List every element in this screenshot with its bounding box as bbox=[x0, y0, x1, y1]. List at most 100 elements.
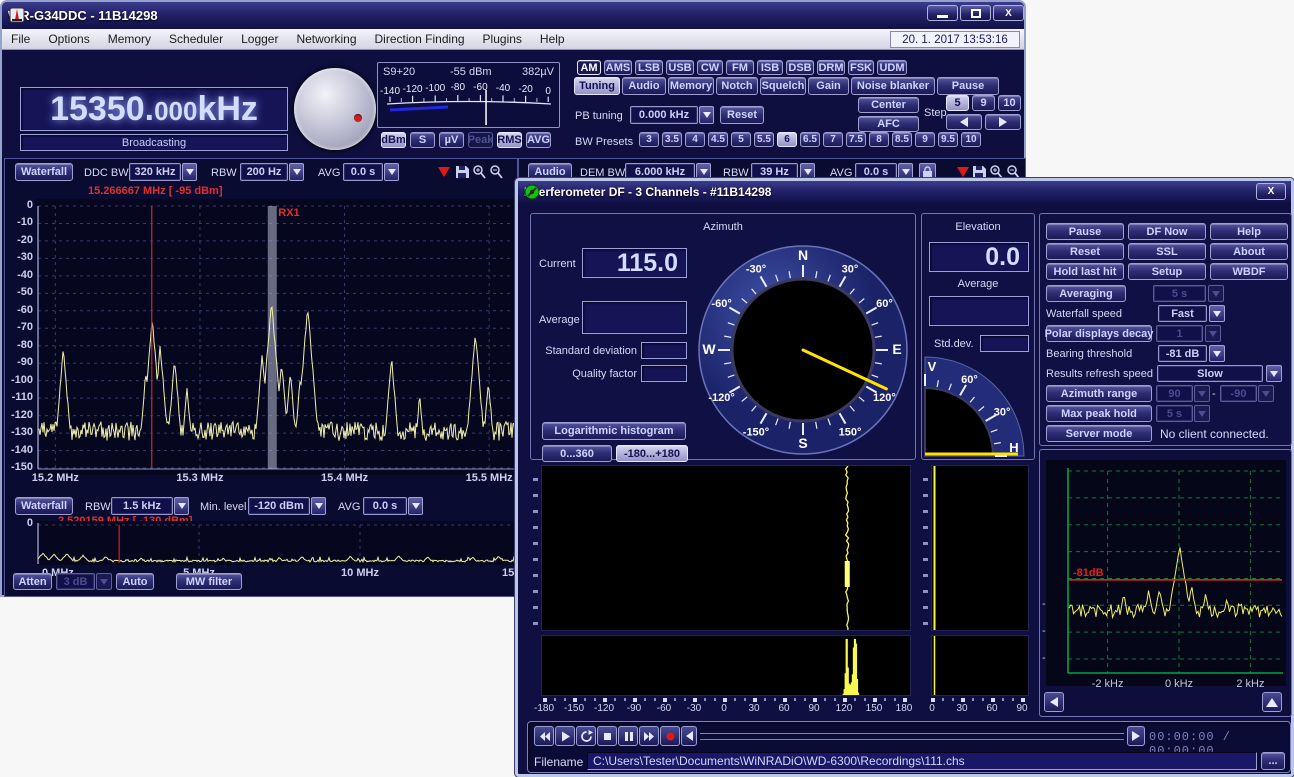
df-hold-last-hit-button[interactable]: Hold last hit bbox=[1046, 263, 1124, 280]
mode-dsb[interactable]: DSB bbox=[786, 60, 814, 75]
bw-preset-9[interactable]: 9 bbox=[915, 132, 935, 147]
overview-rbw-dropdown[interactable] bbox=[174, 497, 189, 515]
atten-auto-button[interactable]: Auto bbox=[116, 573, 154, 590]
tab-notch[interactable]: Notch bbox=[716, 77, 758, 95]
bw-preset-4[interactable]: 4 bbox=[685, 132, 705, 147]
atten-dropdown[interactable] bbox=[96, 573, 112, 590]
record-button[interactable] bbox=[660, 726, 680, 746]
step-up-button[interactable] bbox=[985, 114, 1021, 130]
waterfall-toggle-button[interactable]: Waterfall bbox=[15, 163, 73, 181]
tab-memory[interactable]: Memory bbox=[668, 77, 714, 95]
afc-button[interactable]: AFC bbox=[858, 116, 919, 132]
atten-value[interactable]: 3 dB bbox=[56, 573, 95, 590]
step-9[interactable]: 9 bbox=[972, 95, 995, 111]
step-5[interactable]: 5 bbox=[946, 95, 969, 111]
rewind-button[interactable] bbox=[534, 726, 554, 746]
min-level-dropdown[interactable] bbox=[311, 497, 326, 515]
bw-preset-10[interactable]: 10 bbox=[961, 132, 981, 147]
df-now-button[interactable]: DF Now bbox=[1128, 223, 1206, 240]
zoom-in-icon[interactable] bbox=[472, 164, 487, 180]
df-max-peak-hold-button[interactable]: Max peak hold bbox=[1046, 405, 1152, 422]
tab-audio[interactable]: Audio bbox=[622, 77, 666, 95]
mode-udm[interactable]: UDM bbox=[877, 60, 907, 75]
loop-button[interactable] bbox=[576, 726, 596, 746]
stop-button[interactable] bbox=[597, 726, 617, 746]
spectrum-expand-button[interactable] bbox=[1262, 692, 1282, 712]
bw-preset-9-5[interactable]: 9.5 bbox=[938, 132, 958, 147]
df-averaging-dropdown[interactable] bbox=[1208, 285, 1224, 302]
bw-preset-7-5[interactable]: 7.5 bbox=[846, 132, 866, 147]
df-azimuth-range-to-dropdown[interactable] bbox=[1258, 385, 1274, 402]
df-refresh-speed-dropdown[interactable] bbox=[1266, 365, 1282, 382]
df-polar-decay-value[interactable]: 1 bbox=[1156, 325, 1203, 342]
overview-rbw-value[interactable]: 1.5 kHz bbox=[111, 497, 173, 515]
df-waterfall-speed-value[interactable]: Fast bbox=[1158, 305, 1207, 322]
df-averaging-value[interactable]: 5 s bbox=[1153, 285, 1206, 302]
marker-icon[interactable] bbox=[436, 163, 452, 181]
seek-left-button[interactable] bbox=[681, 726, 697, 746]
ddc-bw-value[interactable]: 320 kHz bbox=[129, 163, 181, 181]
maximize-button[interactable] bbox=[960, 5, 991, 21]
bw-preset-5[interactable]: 5 bbox=[731, 132, 751, 147]
tab-squelch[interactable]: Squelch bbox=[760, 77, 806, 95]
df-setup-button[interactable]: Setup bbox=[1128, 263, 1206, 280]
menu-memory[interactable]: Memory bbox=[99, 30, 160, 48]
avg-dropdown[interactable] bbox=[384, 163, 399, 181]
overview-spectrum-plot[interactable] bbox=[36, 521, 518, 565]
ddc-spectrum-plot[interactable]: RX1 bbox=[36, 199, 518, 475]
df-server-mode-button[interactable]: Server mode bbox=[1046, 425, 1152, 442]
df-max-peak-hold-dropdown[interactable] bbox=[1194, 405, 1210, 422]
menu-help[interactable]: Help bbox=[531, 30, 574, 48]
df-bearing-threshold-value[interactable]: -81 dB bbox=[1158, 345, 1207, 362]
tab-tuning[interactable]: Tuning bbox=[574, 77, 620, 95]
df-azimuth-range-button[interactable]: Azimuth range bbox=[1046, 385, 1152, 402]
meter-unit-avg[interactable]: AVG bbox=[526, 132, 551, 148]
meter-unit-s[interactable]: S bbox=[410, 132, 435, 148]
rbw-dropdown[interactable] bbox=[289, 163, 304, 181]
min-level-value[interactable]: -120 dBm bbox=[248, 497, 310, 515]
df-max-peak-hold-value[interactable]: 5 s bbox=[1156, 405, 1193, 422]
df-azimuth-range-from[interactable]: 90 bbox=[1156, 385, 1193, 402]
df-polar-decay-button[interactable]: Polar displays decay bbox=[1046, 325, 1152, 342]
df-wbdf-button[interactable]: WBDF bbox=[1210, 263, 1288, 280]
rbw-value[interactable]: 200 Hz bbox=[240, 163, 288, 181]
mode-usb[interactable]: USB bbox=[666, 60, 694, 75]
avg-value[interactable]: 0.0 s bbox=[343, 163, 383, 181]
atten-button[interactable]: Atten bbox=[13, 573, 52, 590]
bw-preset-6[interactable]: 6 bbox=[777, 132, 797, 147]
spectrum-collapse-button[interactable] bbox=[1044, 692, 1064, 712]
pb-tuning-dropdown[interactable] bbox=[699, 106, 714, 124]
df-reset-button[interactable]: Reset bbox=[1046, 243, 1124, 260]
seek-right-button[interactable] bbox=[1127, 726, 1145, 746]
menu-logger[interactable]: Logger bbox=[232, 30, 287, 48]
log-histogram-button[interactable]: Logarithmic histogram bbox=[542, 422, 686, 440]
mode-fsk[interactable]: FSK bbox=[848, 60, 874, 75]
elevation-histogram[interactable] bbox=[931, 635, 1029, 696]
minimize-button[interactable] bbox=[927, 5, 958, 21]
bw-preset-3-5[interactable]: 3.5 bbox=[662, 132, 682, 147]
frequency-display[interactable]: 15350.000kHz bbox=[20, 87, 288, 131]
menu-networking[interactable]: Networking bbox=[287, 30, 365, 48]
pb-tuning-value[interactable]: 0.000 kHz bbox=[630, 106, 698, 124]
menu-scheduler[interactable]: Scheduler bbox=[160, 30, 232, 48]
pb-reset-button[interactable]: Reset bbox=[720, 106, 764, 124]
meter-unit--v[interactable]: µV bbox=[439, 132, 464, 148]
tab-gain[interactable]: Gain bbox=[808, 77, 849, 95]
df-azimuth-range-from-dropdown[interactable] bbox=[1194, 385, 1210, 402]
filename-input[interactable]: C:\Users\Tester\Documents\WiNRADiO\WD-63… bbox=[587, 752, 1257, 770]
bw-preset-7[interactable]: 7 bbox=[823, 132, 843, 147]
play-button[interactable] bbox=[555, 726, 575, 746]
elevation-waterfall[interactable] bbox=[931, 465, 1029, 631]
bw-preset-8[interactable]: 8 bbox=[869, 132, 889, 147]
df-ssl-button[interactable]: SSL bbox=[1128, 243, 1206, 260]
save-icon[interactable] bbox=[455, 164, 470, 180]
close-button[interactable]: X bbox=[993, 5, 1024, 21]
overview-waterfall-button[interactable]: Waterfall bbox=[15, 497, 73, 515]
bw-preset-4-5[interactable]: 4.5 bbox=[708, 132, 728, 147]
df-waterfall-speed-dropdown[interactable] bbox=[1209, 305, 1225, 322]
df-help-button[interactable]: Help bbox=[1210, 223, 1288, 240]
tuning-knob[interactable] bbox=[294, 68, 376, 150]
mode-isb[interactable]: ISB bbox=[757, 60, 783, 75]
bw-preset-5-5[interactable]: 5.5 bbox=[754, 132, 774, 147]
main-titlebar[interactable]: WR-G34DDC - 11B14298 X bbox=[2, 2, 1024, 29]
